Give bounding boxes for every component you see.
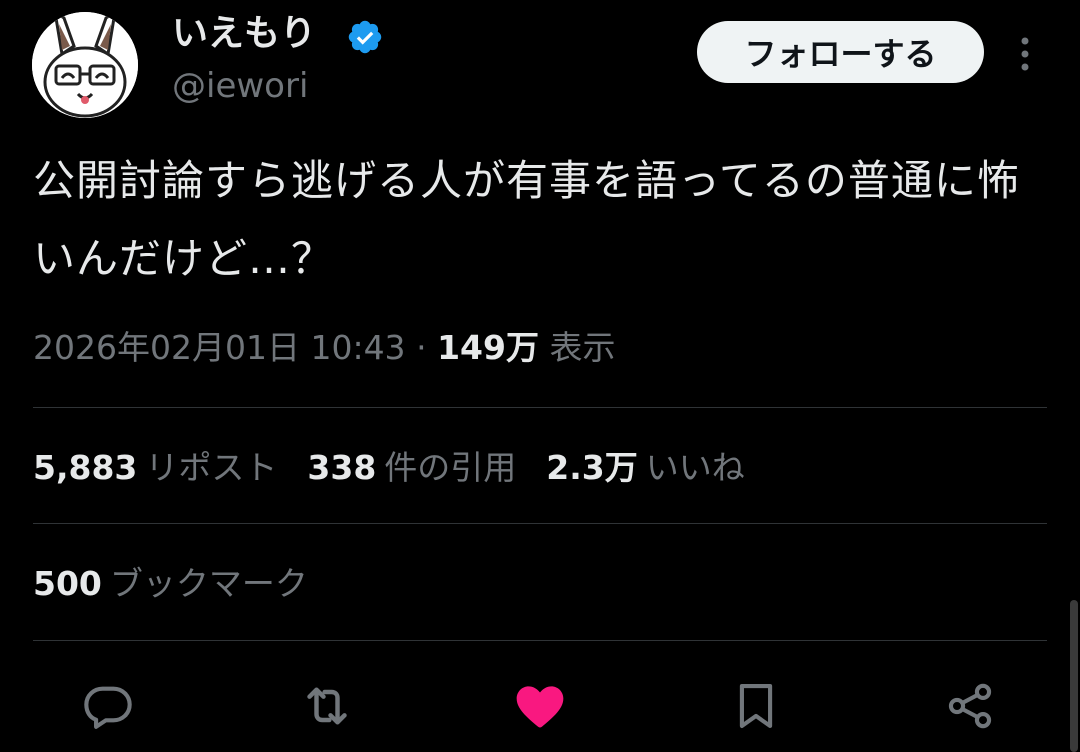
like-button[interactable]	[512, 678, 568, 734]
views-count: 149万	[437, 328, 539, 367]
divider	[33, 407, 1047, 408]
author-handle[interactable]: @iewori	[172, 62, 308, 110]
divider	[33, 640, 1047, 641]
share-icon	[948, 683, 992, 729]
repost-button[interactable]	[299, 678, 355, 734]
avatar[interactable]	[32, 12, 138, 118]
engagement-stats: 5,883 リポスト 338 件の引用 2.3万 いいね	[33, 440, 775, 496]
reply-icon	[84, 686, 132, 729]
likes-count: 2.3万	[546, 448, 638, 487]
bookmarks-count: 500	[33, 564, 102, 603]
more-options-icon[interactable]	[1010, 34, 1040, 74]
bookmarks-stat-row: 500 ブックマーク	[33, 556, 338, 612]
scrollbar[interactable]	[1070, 600, 1078, 752]
quotes-label: 件の引用	[384, 448, 517, 487]
tweet-text: 公開討論すら逃げる人が有事を語ってるの普通に怖いんだけど…？	[33, 156, 1020, 283]
reposts-count: 5,883	[33, 448, 138, 487]
tweet-timestamp[interactable]: 2026年02月01日 10:43	[33, 328, 406, 367]
bookmark-icon	[739, 684, 773, 728]
views-label: 表示	[549, 328, 616, 367]
quotes-count: 338	[307, 448, 377, 487]
divider	[33, 523, 1047, 524]
bookmarks-stat[interactable]: 500 ブックマーク	[33, 556, 308, 612]
quotes-stat[interactable]: 338 件の引用	[307, 440, 516, 496]
share-button[interactable]	[942, 678, 998, 734]
likes-stat[interactable]: 2.3万 いいね	[546, 440, 744, 496]
rabbit-avatar-icon	[32, 12, 138, 118]
tweet-detail-page: いえもり @iewori フォローする 公開討論すら逃げる人が有事を語ってるの普…	[0, 0, 1080, 752]
reply-button[interactable]	[80, 678, 136, 734]
verified-badge-icon	[346, 18, 384, 56]
like-icon	[516, 686, 564, 728]
reposts-label: リポスト	[145, 448, 278, 487]
tweet-meta: 2026年02月01日 10:43 · 149万 表示	[33, 320, 615, 376]
repost-icon	[307, 687, 347, 725]
reposts-stat[interactable]: 5,883 リポスト	[33, 440, 277, 496]
likes-label: いいね	[645, 448, 745, 487]
author-display-name[interactable]: いえもり	[172, 8, 316, 60]
bookmarks-label: ブックマーク	[109, 564, 308, 603]
bookmark-button[interactable]	[728, 678, 784, 734]
follow-button[interactable]: フォローする	[697, 21, 984, 83]
meta-separator: ·	[416, 328, 427, 367]
